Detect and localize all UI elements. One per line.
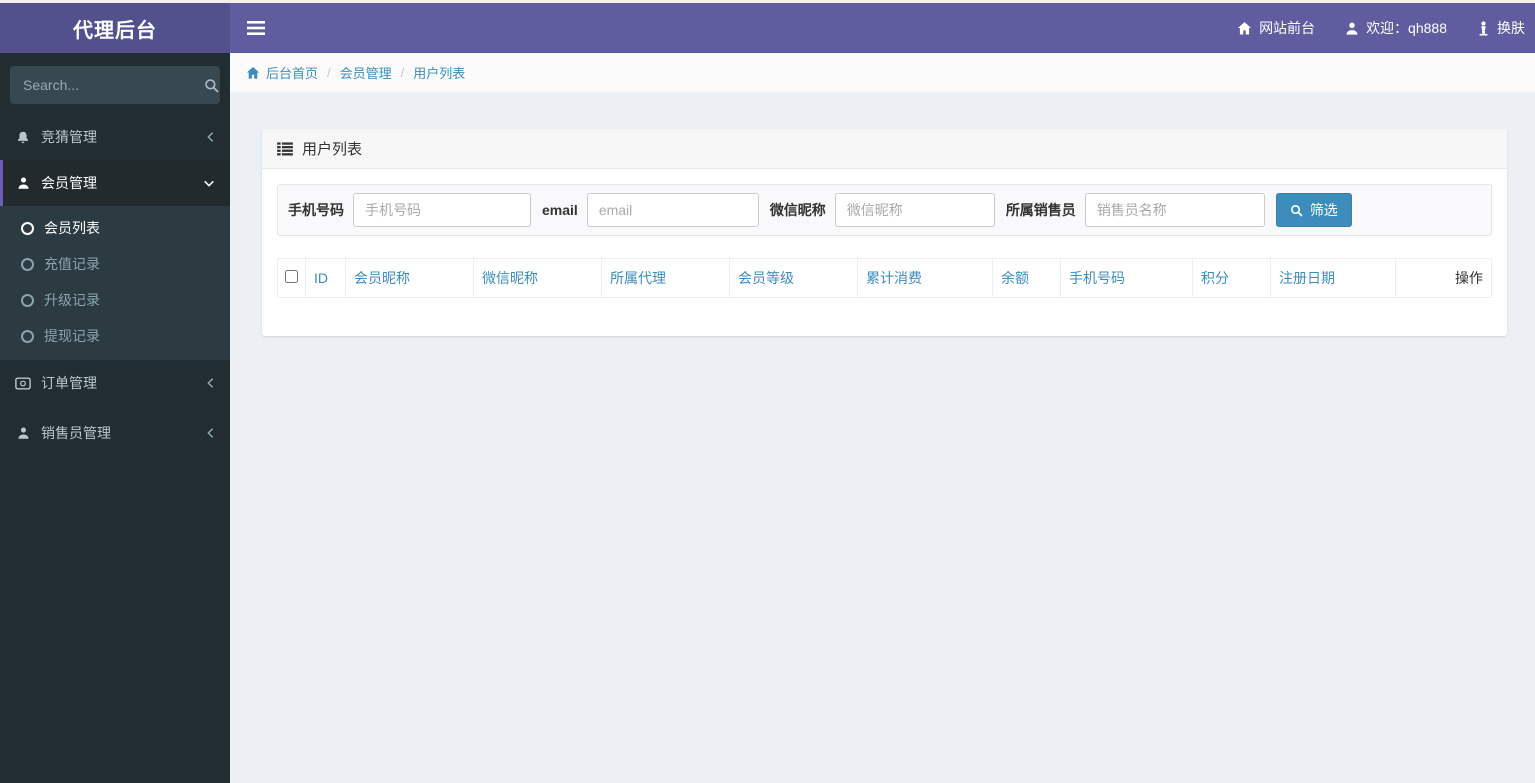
- circle-icon: [21, 257, 34, 271]
- bell-icon: [15, 130, 31, 145]
- wechat-nickname-input[interactable]: [834, 193, 995, 227]
- search-icon[interactable]: [204, 78, 219, 93]
- chevron-left-icon: [206, 427, 215, 439]
- salesperson-input[interactable]: [1084, 193, 1265, 227]
- breadcrumb-item-user-list[interactable]: 用户列表: [413, 63, 465, 82]
- search-icon: [1290, 204, 1303, 217]
- circle-icon: [21, 329, 34, 343]
- chevron-left-icon: [206, 377, 215, 389]
- sidebar-item-order-management[interactable]: 订单管理: [0, 360, 230, 406]
- user-icon: [1345, 21, 1359, 36]
- column-header-total-consumption[interactable]: 累计消费: [857, 258, 993, 298]
- user-icon: [15, 176, 31, 190]
- list-icon: [277, 141, 293, 156]
- breadcrumb-item-member-management[interactable]: 会员管理: [340, 63, 392, 82]
- sidebar-item-recharge-records[interactable]: 充值记录: [0, 246, 230, 282]
- skin-icon: [1477, 20, 1490, 36]
- panel-body: 手机号码 email 微信昵称 所属销售员: [262, 169, 1507, 336]
- nav-item-welcome-user[interactable]: 欢迎：qh888: [1330, 18, 1462, 38]
- user-icon: [15, 426, 31, 440]
- select-all-cell: [277, 258, 306, 298]
- column-header-actions: 操作: [1395, 258, 1492, 298]
- breadcrumb-label: 后台首页: [266, 66, 319, 81]
- sidebar-item-label: 销售员管理: [41, 425, 111, 441]
- column-header-balance[interactable]: 余额: [992, 258, 1061, 298]
- column-header-member-nickname[interactable]: 会员昵称: [345, 258, 474, 298]
- navbar-right-menu: 网站前台 欢迎：qh888 换肤: [1222, 18, 1535, 38]
- panel-title: 用户列表: [302, 141, 363, 158]
- circle-icon: [21, 221, 34, 235]
- sidebar-item-label: 会员管理: [41, 175, 97, 191]
- sidebar-item-member-list[interactable]: 会员列表: [0, 210, 230, 246]
- chevron-left-icon: [206, 131, 215, 143]
- column-header-agent[interactable]: 所属代理: [601, 258, 730, 298]
- sidebar-submenu-member: 会员列表 充值记录 升级记录 提现记录: [0, 206, 230, 360]
- submenu-item-label: 会员列表: [44, 220, 100, 236]
- column-header-member-level[interactable]: 会员等级: [729, 258, 858, 298]
- main-content: 用户列表 手机号码 email 微信昵称: [230, 93, 1535, 783]
- sidebar-menu: 竞猜管理 会员管理 会员列表 充值记录 升级记录 提现记录 订单管理 销售员管理: [0, 114, 230, 456]
- filter-button[interactable]: 筛选: [1275, 193, 1352, 227]
- filter-label: 所属销售员: [1005, 202, 1076, 218]
- filter-button-label: 筛选: [1309, 202, 1338, 218]
- breadcrumb-label: 用户列表: [413, 66, 466, 81]
- user-list-panel: 用户列表 手机号码 email 微信昵称: [262, 129, 1507, 336]
- sidebar-item-member-management[interactable]: 会员管理: [0, 160, 230, 206]
- sidebar-item-label: 竞猜管理: [41, 129, 97, 145]
- column-header-wechat-nickname[interactable]: 微信昵称: [473, 258, 602, 298]
- filter-group-salesperson: 所属销售员: [1006, 193, 1265, 227]
- panel-header: 用户列表: [262, 129, 1507, 169]
- column-header-id[interactable]: ID: [305, 258, 346, 298]
- sidebar-search: [10, 66, 220, 104]
- app-title: 代理后台: [73, 19, 157, 42]
- email-input[interactable]: [586, 193, 759, 227]
- column-header-points[interactable]: 积分: [1192, 258, 1271, 298]
- top-navbar: 网站前台 欢迎：qh888 换肤: [230, 3, 1535, 53]
- user-table: ID 会员昵称 微信昵称 所属代理 会员等级 累计消费 余额 手机号码 积分 注…: [277, 258, 1492, 298]
- nav-item-label: 换肤: [1497, 20, 1525, 36]
- nav-item-label: 欢迎：qh888: [1366, 20, 1447, 36]
- filter-group-wechat-nickname: 微信昵称: [770, 193, 995, 227]
- submenu-item-label: 提现记录: [44, 328, 100, 344]
- sidebar-search-input[interactable]: [23, 77, 204, 93]
- hamburger-icon: [247, 21, 265, 35]
- sidebar-toggle-button[interactable]: [230, 3, 282, 53]
- money-icon: [15, 376, 31, 390]
- filter-bar: 手机号码 email 微信昵称 所属销售员: [277, 184, 1492, 236]
- app-logo[interactable]: 代理后台: [0, 3, 230, 53]
- sidebar-item-label: 订单管理: [41, 375, 97, 391]
- sidebar-item-upgrade-records[interactable]: 升级记录: [0, 282, 230, 318]
- filter-label: email: [542, 202, 578, 218]
- sidebar-item-salesperson-management[interactable]: 销售员管理: [0, 410, 230, 456]
- app-header: 代理后台 网站前台 欢迎：qh888 换肤: [0, 3, 1535, 53]
- breadcrumb: 后台首页 / 会员管理 / 用户列表: [230, 53, 1535, 93]
- nav-item-label: 网站前台: [1259, 20, 1316, 36]
- filter-group-phone: 手机号码: [288, 193, 531, 227]
- breadcrumb-separator: /: [327, 65, 331, 80]
- home-icon: [1237, 21, 1252, 36]
- column-header-register-date[interactable]: 注册日期: [1270, 258, 1396, 298]
- select-all-checkbox[interactable]: [285, 270, 298, 283]
- submenu-item-label: 升级记录: [44, 292, 100, 308]
- filter-label: 微信昵称: [769, 202, 826, 218]
- nav-item-site-front[interactable]: 网站前台: [1222, 18, 1330, 38]
- chevron-down-icon: [203, 179, 215, 188]
- column-header-phone[interactable]: 手机号码: [1060, 258, 1193, 298]
- phone-number-input[interactable]: [353, 193, 531, 227]
- circle-icon: [21, 293, 34, 307]
- breadcrumb-separator: /: [400, 65, 405, 80]
- filter-label: 手机号码: [288, 202, 344, 218]
- submenu-item-label: 充值记录: [44, 256, 100, 272]
- sidebar-item-withdraw-records[interactable]: 提现记录: [0, 318, 230, 354]
- breadcrumb-item-home[interactable]: 后台首页: [246, 63, 318, 82]
- sidebar: 竞猜管理 会员管理 会员列表: [0, 53, 230, 783]
- filter-group-email: email: [542, 193, 759, 227]
- sidebar-item-guess-management[interactable]: 竞猜管理: [0, 114, 230, 160]
- home-icon: [246, 66, 260, 80]
- table-header-row: ID 会员昵称 微信昵称 所属代理 会员等级 累计消费 余额 手机号码 积分 注…: [277, 258, 1492, 298]
- nav-item-change-skin[interactable]: 换肤: [1462, 18, 1535, 38]
- breadcrumb-label: 会员管理: [339, 66, 392, 81]
